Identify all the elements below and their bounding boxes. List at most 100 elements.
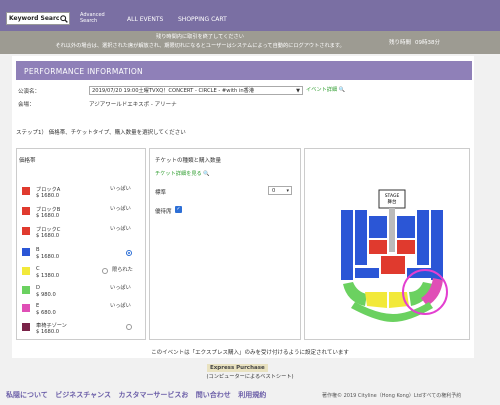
stage-label-jp: 舞台 (388, 198, 397, 205)
ticket-detail-link[interactable]: チケット詳細を見る 🔍 (155, 170, 210, 177)
price-row: ブロックA $ 1680.0 いっぱい (22, 186, 142, 200)
ticket-detail-link-text[interactable]: チケット詳細を見る (155, 171, 202, 177)
advanced-search-link[interactable]: Advanced Search (80, 12, 105, 24)
price-status: いっぱい (110, 226, 131, 232)
quantity-select[interactable]: 0 ▾ (268, 186, 292, 195)
event-detail-link[interactable]: イベント詳細 🔍 (306, 86, 345, 93)
price-value: $ 1680.0 (36, 329, 60, 335)
search-box[interactable]: Keyword Searc (6, 12, 70, 25)
advanced-search-line2: Search (80, 18, 98, 24)
express-purchase-button[interactable]: Express Purchase (207, 364, 268, 372)
footer-link-business[interactable]: ビジネスチャンス (55, 391, 111, 399)
nav-shopping-cart[interactable]: SHOPPING CART (178, 16, 227, 23)
price-radio-selected[interactable] (126, 250, 132, 256)
price-status: いっぱい (110, 206, 131, 212)
color-swatch (22, 248, 30, 256)
seat-block-blue (397, 216, 415, 238)
performance-label: 公演名： (18, 89, 41, 95)
performance-select[interactable]: 2019/07/20 19:00土曜TVXQ！CONCERT - CIRCLE … (89, 86, 303, 95)
price-name: D (36, 285, 40, 291)
price-value: $ 680.0 (36, 310, 56, 316)
price-column-title: 価格帯 (19, 158, 36, 164)
express-purchase-subtext: (コンピューターによるベストシート) (206, 374, 294, 380)
color-swatch (22, 304, 30, 312)
event-detail-link-text[interactable]: イベント詳細 (306, 87, 337, 93)
footer-link-customer-service[interactable]: カスタマーサービスお (118, 391, 188, 399)
color-swatch (22, 187, 30, 195)
notice-line2: それ以外の場合は、選択された席が解放され、期限切れになるとユーザーはシステムによ… (55, 43, 345, 49)
venue-label: 会場： (18, 102, 35, 108)
seat-block-yellow (365, 292, 387, 308)
color-swatch (22, 207, 30, 215)
price-row: ブロックC $ 1680.0 いっぱい (22, 226, 142, 240)
seat-block-blue (355, 268, 379, 278)
stage (378, 189, 406, 209)
fan-club-label: 優待席 (155, 209, 172, 215)
price-name: ブロックB (36, 207, 61, 213)
price-row: ブロックB $ 1680.0 いっぱい (22, 206, 142, 220)
color-swatch (22, 267, 30, 275)
venue-value: アジアワールドエキスポ - アリーナ (89, 102, 177, 108)
price-radio[interactable] (126, 324, 132, 330)
price-status: いっぱい (110, 285, 131, 291)
footer-link-privacy[interactable]: 私隠について (6, 391, 48, 399)
price-value: $ 1380.0 (36, 273, 60, 279)
price-name: E (36, 303, 40, 309)
quantity-value: 0 (272, 188, 276, 194)
price-row[interactable]: C $ 1380.0 限られた (22, 266, 142, 280)
stage-label: STAGE (385, 193, 400, 199)
price-value: $ 1680.0 (36, 213, 60, 219)
price-row: D $ 980.0 いっぱい (22, 285, 142, 299)
seat-block-blue (417, 210, 429, 265)
seat-block-red (381, 256, 405, 274)
timeout-notice: 残り時間内に取引を終了してください それ以外の場合は、選択された席が解放され、期… (0, 31, 500, 54)
top-bar: Keyword Searc Advanced Search ALL EVENTS… (0, 0, 500, 31)
color-swatch (22, 286, 30, 294)
footer-links: 私隠について ビジネスチャンス カスタマーサービスお 問い合わせ 利用規約 (6, 390, 271, 400)
price-value: $ 1680.0 (36, 254, 60, 260)
chevron-down-icon: ▼ (296, 88, 300, 94)
nav-all-events[interactable]: ALL EVENTS (127, 16, 163, 23)
seat-block-blue (431, 210, 443, 280)
search-input[interactable]: Keyword Searc (9, 15, 59, 22)
price-name: ブロックC (36, 227, 61, 233)
seat-map[interactable]: STAGE 舞台 (337, 188, 449, 328)
notice-line1: 残り時間内に取引を終了してください (156, 34, 244, 40)
magnifier-icon: 🔍 (338, 87, 346, 93)
footer-link-contact[interactable]: 問い合わせ (196, 391, 231, 399)
remaining-time-value: 09時38分 (415, 40, 441, 46)
price-status: いっぱい (110, 303, 131, 309)
price-row[interactable]: B $ 1680.0 (22, 247, 142, 261)
runway (389, 208, 395, 252)
seat-block-red (397, 240, 415, 254)
footer-link-terms[interactable]: 利用規約 (238, 391, 266, 399)
price-name: B (36, 247, 40, 253)
performance-select-value: 2019/07/20 19:00土曜TVXQ！CONCERT - CIRCLE … (92, 88, 255, 94)
price-value: $ 980.0 (36, 292, 56, 298)
fan-club-checkbox[interactable]: ✓ (175, 206, 182, 213)
ticket-column-title: チケットの種類と購入数量 (155, 158, 222, 164)
remaining-time: 残り時間 09時38分 (389, 38, 440, 46)
seat-block-red (369, 240, 387, 254)
performance-info-heading: PERFORMANCE INFORMATION (16, 61, 472, 80)
price-name: ブロックA (36, 187, 61, 193)
price-radio[interactable] (102, 268, 108, 274)
price-status: いっぱい (110, 186, 131, 192)
price-value: $ 1680.0 (36, 193, 60, 199)
chevron-down-icon: ▾ (286, 188, 289, 194)
seat-block-blue (355, 210, 367, 265)
price-row[interactable]: 車椅子ゾーン $ 1680.0 (22, 322, 142, 336)
ticket-type-label: 標準 (155, 190, 167, 196)
price-status: 限られた (112, 267, 133, 273)
copyright: 著作権© 2019 Cityline（Hong Kong）Ltdすべての権利予約 (322, 393, 462, 399)
price-name: 車椅子ゾーン (36, 323, 67, 329)
color-swatch (22, 323, 30, 331)
seat-block-blue (341, 210, 353, 280)
price-name: C (36, 266, 40, 272)
remaining-time-label: 残り時間 (389, 40, 412, 46)
seat-block-yellow (389, 292, 409, 308)
price-row: E $ 680.0 いっぱい (22, 303, 142, 317)
search-icon[interactable] (59, 13, 69, 24)
express-note: このイベントは「エクスプレス購入」のみを受け付けるように設定されています (151, 350, 349, 356)
color-swatch (22, 227, 30, 235)
